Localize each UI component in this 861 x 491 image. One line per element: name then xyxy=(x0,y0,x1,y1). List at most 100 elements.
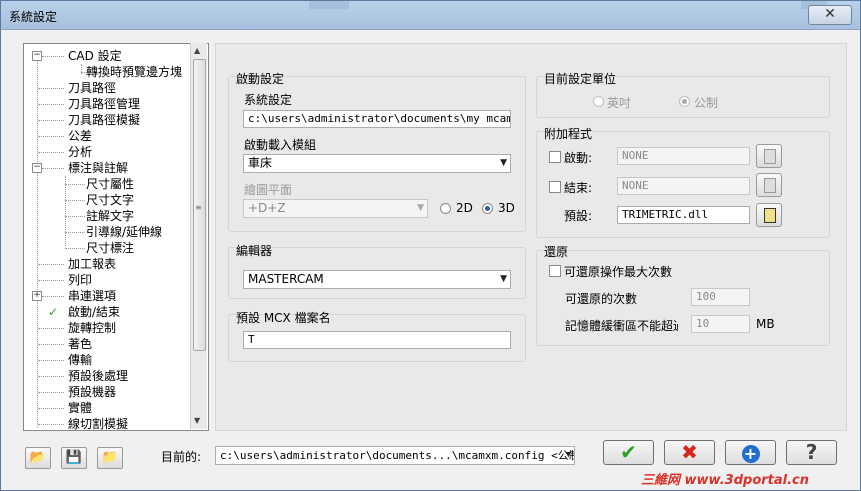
default-addin-field[interactable]: TRIMETRIC.dll xyxy=(617,206,750,224)
memory-limit-label: 記憶體緩衝區不能超過 xyxy=(565,319,678,333)
startup-addin-browse-button[interactable] xyxy=(756,144,782,168)
tree-item-toolpath[interactable]: 刀具路徑 xyxy=(68,80,116,96)
startup-module-select[interactable]: 車床 ▼ xyxy=(243,154,511,173)
drawing-plane-select[interactable]: +D+Z ▼ xyxy=(243,199,428,218)
tree-line xyxy=(38,280,64,281)
collapse-icon[interactable]: − xyxy=(32,163,42,173)
title-bar: 系統設定 ✕ xyxy=(1,1,860,30)
config-file-value: c:\users\administrator\documents...\mcam… xyxy=(220,449,575,462)
tree-item-setup-sheet[interactable]: 加工報表 xyxy=(68,256,116,272)
editor-title: 編輯器 xyxy=(236,244,273,258)
settings-tree[interactable]: − CAD 設定 轉換時預覽邊方塊 刀具路徑 刀具路徑管理 刀具路徑模擬 公差 … xyxy=(23,43,209,431)
radio-inch-label: 英吋 xyxy=(607,96,632,110)
startup-addin-field[interactable]: NONE xyxy=(617,147,750,165)
radio-3d[interactable] xyxy=(482,203,493,214)
drawing-plane-value: +D+Z xyxy=(248,201,286,215)
radio-3d-label: 3D xyxy=(498,201,515,215)
tree-line xyxy=(42,168,64,169)
undo-count-field[interactable]: 100 xyxy=(691,288,750,306)
tree-item-cad-settings[interactable]: CAD 設定 xyxy=(68,48,122,64)
tree-line xyxy=(65,200,85,201)
tree-line xyxy=(65,184,85,185)
plus-icon: + xyxy=(741,445,760,463)
tree-item-dimensions-notes[interactable]: 標注與註解 xyxy=(68,160,128,176)
units-title: 目前設定單位 xyxy=(544,72,617,86)
default-addin-browse-button[interactable] xyxy=(756,203,782,227)
radio-2d-label: 2D xyxy=(456,201,473,215)
system-config-field[interactable]: c:\users\administrator\documents\my mcam… xyxy=(243,110,511,128)
close-icon: ✕ xyxy=(824,6,836,22)
default-mcx-field[interactable]: T xyxy=(243,331,511,349)
max-undo-checkbox[interactable] xyxy=(549,265,561,277)
tree-line xyxy=(38,136,64,137)
tree-item-start-exit[interactable]: 啟動/結束 xyxy=(68,304,120,320)
tree-item-default-machine[interactable]: 預設機器 xyxy=(68,384,116,400)
tree-item-default-post[interactable]: 預設後處理 xyxy=(68,368,128,384)
tree-item-preview-box[interactable]: 轉換時預覽邊方塊 xyxy=(86,64,182,80)
startup-addin-checkbox[interactable] xyxy=(549,151,561,163)
window-title: 系統設定 xyxy=(9,10,58,24)
tree-item-toolpath-simulation[interactable]: 刀具路徑模擬 xyxy=(68,112,140,128)
tree-item-toolpath-manager[interactable]: 刀具路徑管理 xyxy=(68,96,140,112)
tree-item-print[interactable]: 列印 xyxy=(68,272,92,288)
system-settings-window: 系統設定 ✕ − CAD 設定 轉換時預覽邊方塊 刀具路徑 刀具路徑管理 刀具路… xyxy=(0,0,861,491)
tree-item-leaders-extensions[interactable]: 引導線/延伸線 xyxy=(86,224,162,240)
folder-merge-icon: 📁 xyxy=(101,450,119,465)
tree-scrollbar[interactable]: ▲ ≡ ▼ xyxy=(190,43,207,429)
memory-limit-field[interactable]: 10 xyxy=(691,315,750,333)
tree-item-analysis[interactable]: 分析 xyxy=(68,144,92,160)
ok-button[interactable]: ✔ xyxy=(603,440,654,465)
exit-addin-browse-button[interactable] xyxy=(756,173,782,197)
settings-panel: 啟動設定 系統設定 c:\users\administrator\documen… xyxy=(215,43,847,431)
radio-metric[interactable] xyxy=(679,96,690,107)
tree-item-solids[interactable]: 實體 xyxy=(68,400,92,416)
cancel-button[interactable]: ✖ xyxy=(664,440,715,465)
tree-line xyxy=(38,376,64,377)
close-button[interactable]: ✕ xyxy=(808,5,852,25)
document-icon xyxy=(764,149,776,164)
scroll-down-icon[interactable]: ▼ xyxy=(194,416,200,425)
tree-line xyxy=(38,152,64,153)
tree-item-shading[interactable]: 著色 xyxy=(68,336,92,352)
tree-item-spin-controls[interactable]: 旋轉控制 xyxy=(68,320,116,336)
addins-title: 附加程式 xyxy=(544,127,593,141)
tree-item-dimension-text[interactable]: 尺寸文字 xyxy=(86,192,134,208)
tree-item-tolerance[interactable]: 公差 xyxy=(68,128,92,144)
undo-count-label: 可還原的次數 xyxy=(565,292,638,306)
tree-line xyxy=(38,88,64,89)
document-icon xyxy=(764,208,776,223)
tree-item-chaining[interactable]: 串連選項 xyxy=(68,288,116,304)
tree-line xyxy=(38,408,64,409)
watermark-text: 三維网 www.3dportal.cn xyxy=(641,473,810,488)
scroll-up-icon[interactable]: ▲ xyxy=(194,46,200,55)
chevron-down-icon: ▼ xyxy=(417,203,424,213)
checkmark-icon: ✓ xyxy=(48,305,59,319)
tree-item-dimension-attributes[interactable]: 尺寸屬性 xyxy=(86,176,134,192)
save-config-button[interactable]: 💾 xyxy=(61,447,87,469)
apply-button[interactable]: + xyxy=(725,440,776,465)
radio-inch[interactable] xyxy=(593,96,604,107)
exit-addin-checkbox[interactable] xyxy=(549,181,561,193)
radio-metric-label: 公制 xyxy=(694,96,719,110)
exit-addin-field[interactable]: NONE xyxy=(617,177,750,195)
editor-select[interactable]: MASTERCAM ▼ xyxy=(243,270,511,289)
collapse-icon[interactable]: − xyxy=(32,51,42,61)
help-button[interactable]: ? xyxy=(786,440,837,465)
tree-item-dimensioning[interactable]: 尺寸標注 xyxy=(86,240,134,256)
radio-2d[interactable] xyxy=(440,203,451,214)
tree-item-wire-simulation[interactable]: 線切割模擬 xyxy=(68,416,128,430)
expand-icon[interactable]: + xyxy=(32,291,42,301)
tree-item-communications[interactable]: 傳輸 xyxy=(68,352,92,368)
default-addin-label: 預設: xyxy=(564,209,593,223)
startup-addin-label: 啟動: xyxy=(564,151,593,165)
merge-config-button[interactable]: 📁 xyxy=(97,447,123,469)
tree-line xyxy=(37,56,38,428)
memory-unit-label: MB xyxy=(756,317,775,331)
tree-line xyxy=(42,296,64,297)
tree-line xyxy=(38,104,64,105)
open-config-button[interactable]: 📂 xyxy=(25,447,51,469)
config-file-select[interactable]: c:\users\administrator\documents...\mcam… xyxy=(215,446,575,465)
tree-line xyxy=(38,424,64,425)
document-icon xyxy=(764,178,776,193)
tree-item-note-text[interactable]: 註解文字 xyxy=(86,208,134,224)
